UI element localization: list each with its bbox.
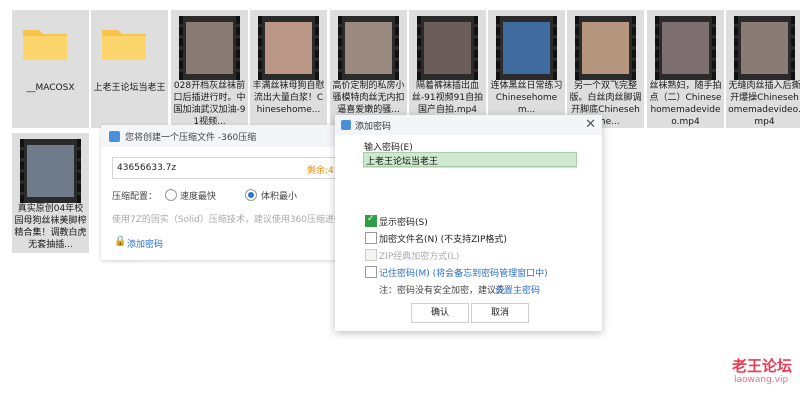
video-thumbnail xyxy=(655,16,716,80)
video-thumbnail xyxy=(20,139,81,203)
file-name: 真实原创04年校园母狗丝袜美脚榨精合集！调教白虎无套抽插... xyxy=(14,204,87,249)
video-thumbnail xyxy=(734,16,795,80)
file-name: 丝袜熟妇，随手拍点（二）Chinesehomemadevideo.mp4 xyxy=(649,81,722,126)
video-thumbnail xyxy=(496,16,557,80)
compress-title: 您将创建一个压缩文件 -360压缩 xyxy=(125,133,257,143)
video-thumbnail xyxy=(338,16,399,80)
password-dialog-title: 添加密码 xyxy=(355,122,392,132)
file-name: 隔着裤袜插出血丝-91视频91自拍国产自拍.mp4 xyxy=(411,81,484,115)
zip-classic-checkbox xyxy=(365,249,377,261)
video-file[interactable]: 另一个双飞完整版。白丝肉丝脚调开脚底Chinesehome... xyxy=(567,10,644,128)
lock-icon: 🔒 xyxy=(114,236,127,247)
ok-button[interactable]: 确认 xyxy=(411,303,469,323)
dialog-icon xyxy=(341,120,351,130)
add-password-link[interactable]: 添加密码 xyxy=(127,237,163,250)
folder-macosx[interactable]: __MACOSX xyxy=(12,10,89,128)
video-file[interactable]: 028开档灰丝袜前口后插进行时。中国加油武汉加油-91视频... xyxy=(171,10,248,128)
show-password-label: 显示密码(S) xyxy=(379,218,428,228)
set-master-password-link[interactable]: 设置主密码 xyxy=(495,283,540,296)
file-name: 028开档灰丝袜前口后插进行时。中国加油武汉加油-91视频... xyxy=(173,81,246,126)
zip-classic-label: ZIP经典加密方式(L) xyxy=(379,252,460,262)
folder-icon xyxy=(102,30,146,60)
file-name: 丰满丝袜母狗自慰流出大量白浆！Chinesehome... xyxy=(252,81,325,115)
cancel-button[interactable]: 取消 xyxy=(471,303,529,323)
archive-icon xyxy=(109,131,120,142)
video-file[interactable]: 丝袜熟妇，随手拍点（二）Chinesehomemadevideo.mp4 xyxy=(647,10,724,128)
note-text: 注：密码没有安全加密，建议先 xyxy=(379,286,506,296)
show-password-checkbox[interactable] xyxy=(365,214,377,227)
opt-fast-label: 速度最快 xyxy=(180,192,217,202)
password-dialog: 添加密码 ✕ 输入密码(E) 上老王论坛当老王 显示密码(S) 加密文件名(N)… xyxy=(335,115,602,331)
file-name: 上老王论坛当老王 xyxy=(93,83,166,93)
folder-laowang[interactable]: 上老王论坛当老王 xyxy=(91,10,168,128)
compress-titlebar: 您将创建一个压缩文件 -360压缩 xyxy=(101,125,361,147)
video-file[interactable]: 真实原创04年校园母狗丝袜美脚榨精合集！调教白虎无套抽插... xyxy=(12,133,89,253)
archive-filename: 43656633.7z xyxy=(117,163,177,173)
video-file[interactable]: 高价定制的私房小骚模特肉丝无内扣逼喜爱嫩的骚... xyxy=(330,10,407,128)
encrypt-names-label: 加密文件名(N) (不支持ZIP格式) xyxy=(379,235,507,245)
config-label: 压缩配置： xyxy=(112,192,158,202)
input-underline xyxy=(363,167,577,168)
file-name: 高价定制的私房小骚模特肉丝无内扣逼喜爱嫩的骚... xyxy=(332,81,405,115)
close-icon[interactable]: ✕ xyxy=(585,117,596,132)
video-thumbnail xyxy=(417,16,478,80)
watermark-url: laowang.vip xyxy=(734,375,789,385)
video-thumbnail xyxy=(179,16,240,80)
password-titlebar: 添加密码 ✕ xyxy=(335,115,602,135)
password-input[interactable]: 上老王论坛当老王 xyxy=(363,152,577,167)
remember-label: 记住密码(M) (将会备忘到密码管理窗口中) xyxy=(379,269,548,279)
archive-filename-field[interactable]: 43656633.7z 剩余:41( xyxy=(112,157,346,179)
video-thumbnail xyxy=(258,16,319,80)
remember-checkbox[interactable] xyxy=(365,266,377,278)
video-file[interactable]: 无缝肉丝插入后撕开爆操Chinesehomemadevideo.mp4 xyxy=(726,10,800,128)
watermark-title: 老王论坛 xyxy=(732,357,793,375)
video-file[interactable]: 连体黑丝日常练习Chinesehomem... xyxy=(488,10,565,128)
video-thumbnail xyxy=(575,16,636,80)
password-value: 上老王论坛当老王 xyxy=(366,157,439,167)
compress-hint: 使用7Z的固实（Solid）压缩技术，建议使用360压缩进行解压 xyxy=(112,215,352,225)
compress-dialog: 您将创建一个压缩文件 -360压缩 43656633.7z 剩余:41( 压缩配… xyxy=(101,125,361,260)
folder-icon xyxy=(23,30,67,60)
opt-small-label: 体积最小 xyxy=(261,192,298,202)
radio-small[interactable] xyxy=(245,189,257,201)
radio-fast[interactable] xyxy=(165,189,177,201)
encrypt-names-checkbox[interactable] xyxy=(365,232,377,244)
video-file[interactable]: 丰满丝袜母狗自慰流出大量白浆！Chinesehome... xyxy=(250,10,327,128)
file-name: 无缝肉丝插入后撕开爆操Chinesehomemadevideo.mp4 xyxy=(728,81,800,126)
file-name: __MACOSX xyxy=(26,83,75,93)
video-file[interactable]: 隔着裤袜插出血丝-91视频91自拍国产自拍.mp4 xyxy=(409,10,486,128)
file-name: 连体黑丝日常练习Chinesehomem... xyxy=(490,81,563,115)
